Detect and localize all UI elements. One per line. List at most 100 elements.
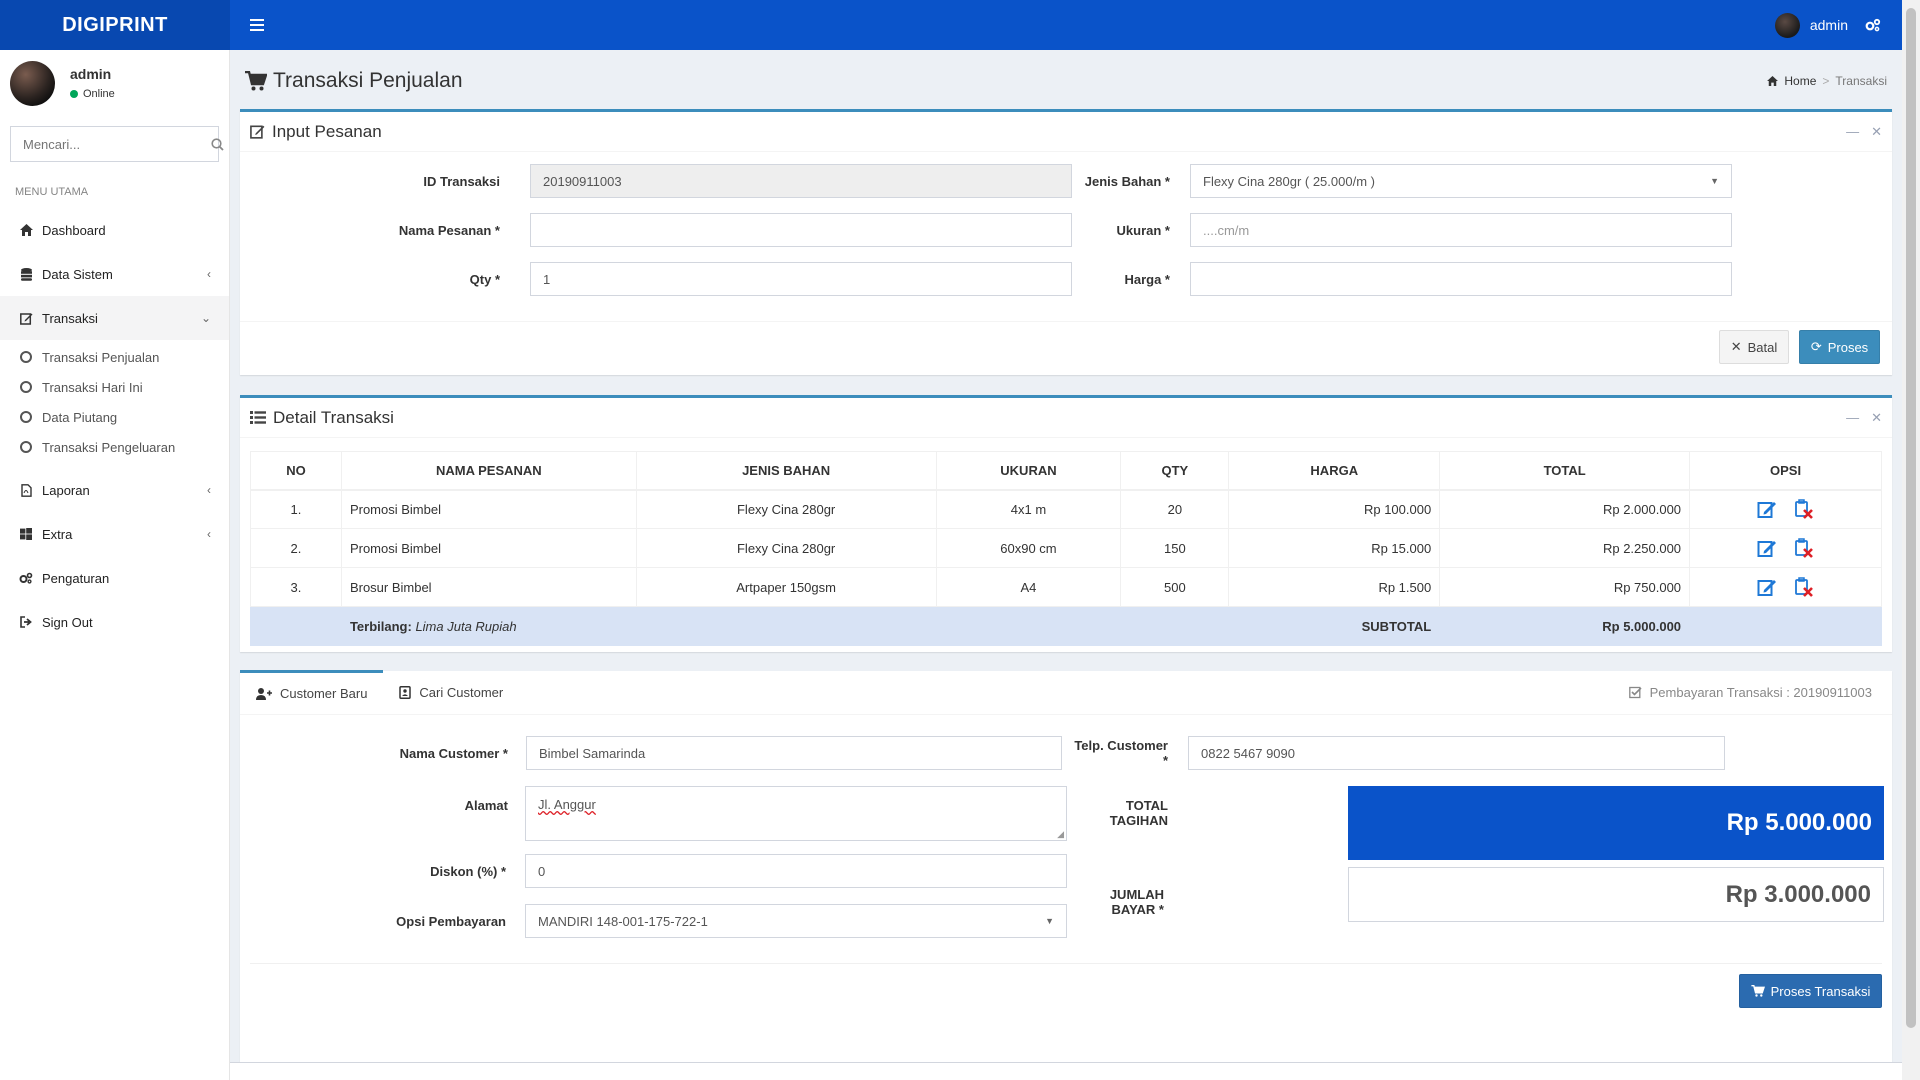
edit-row-icon[interactable] [1757, 577, 1777, 597]
app-logo[interactable]: DIGIPRINT [0, 0, 230, 50]
cell-opsi [1689, 567, 1882, 607]
sidebar-item-label: Dashboard [42, 222, 106, 238]
cell-no: 3. [250, 567, 342, 607]
alamat-value: Jl. Anggur [538, 797, 596, 812]
edit-icon [19, 312, 32, 325]
sidebar-item-data-sistem[interactable]: Data Sistem ‹ [0, 252, 229, 296]
tab-customer-baru[interactable]: Customer Baru [240, 670, 384, 714]
proses-transaksi-button[interactable]: Proses Transaksi [1739, 974, 1882, 1008]
ukuran-input[interactable]: ....cm/m [1190, 213, 1732, 247]
sidebar-subitem-transaksi-penjualan[interactable]: Transaksi Penjualan [0, 342, 229, 372]
search-input[interactable] [11, 136, 211, 152]
nama-pesanan-input[interactable] [530, 213, 1072, 247]
resize-handle-icon[interactable]: ◢ [1057, 829, 1064, 840]
nama-customer-label: Nama Customer * [399, 745, 508, 761]
table-header-row: NO NAMA PESANAN JENIS BAHAN UKURAN QTY H… [250, 451, 1882, 491]
breadcrumb: Home > Transaksi [1767, 74, 1887, 88]
jenis-bahan-select[interactable]: Flexy Cina 280gr ( 25.000/m ) ▼ [1190, 164, 1732, 198]
sidebar-subitem-data-piutang[interactable]: Data Piutang [0, 402, 229, 432]
column-header: UKURAN [935, 451, 1122, 491]
avatar [10, 60, 55, 106]
sidebar-item-transaksi[interactable]: Transaksi ⌄ [0, 296, 229, 340]
sidebar-item-sign-out[interactable]: Sign Out [0, 600, 229, 644]
footer [230, 1062, 1902, 1080]
proses-button[interactable]: ⟳ Proses [1799, 330, 1880, 364]
detail-table: NO NAMA PESANAN JENIS BAHAN UKURAN QTY H… [250, 451, 1882, 646]
edit-row-icon[interactable] [1757, 499, 1777, 519]
online-dot-icon [70, 90, 78, 98]
sidebar-subitem-transaksi-hari-ini[interactable]: Transaksi Hari Ini [0, 372, 229, 402]
harga-label: Harga * [1124, 271, 1170, 287]
chevron-left-icon: ‹ [207, 267, 211, 281]
circle-icon [20, 411, 32, 423]
close-icon[interactable]: ✕ [1871, 410, 1882, 426]
alamat-textarea[interactable]: Jl. Anggur ◢ [525, 786, 1067, 841]
cell-opsi [1689, 528, 1882, 568]
settings-button[interactable] [1862, 14, 1884, 36]
chevron-left-icon: ‹ [207, 527, 211, 541]
minimize-icon[interactable]: — [1846, 124, 1859, 140]
cell-no: 1. [250, 489, 342, 529]
total-tagihan-display: Rp 5.000.000 [1348, 786, 1884, 860]
pembayaran-box: Customer Baru Cari Customer Pembayaran T… [240, 670, 1892, 1076]
id-transaksi-input: 20190911003 [530, 164, 1072, 198]
address-book-icon [399, 685, 412, 699]
harga-input[interactable] [1190, 262, 1732, 296]
user-menu[interactable]: admin [1774, 12, 1848, 38]
delete-row-icon[interactable] [1793, 576, 1815, 598]
pembayaran-info: Pembayaran Transaksi : 20190911003 [1628, 670, 1892, 714]
tab-cari-customer[interactable]: Cari Customer [383, 670, 519, 714]
minimize-icon[interactable]: — [1846, 410, 1859, 426]
cell-total: Rp 2.250.000 [1439, 528, 1691, 568]
sidebar-item-pengaturan[interactable]: Pengaturan [0, 556, 229, 600]
delete-row-icon[interactable] [1793, 498, 1815, 520]
qty-label: Qty * [469, 271, 500, 287]
opsi-pembayaran-select[interactable]: MANDIRI 148-001-175-722-1 ▼ [525, 904, 1067, 938]
diskon-input[interactable]: 0 [525, 854, 1067, 888]
top-navbar: DIGIPRINT admin [0, 0, 1902, 50]
sidebar-item-label: Pengaturan [42, 570, 110, 586]
scrollbar-thumb[interactable] [1906, 8, 1916, 1028]
box-title: Input Pesanan [250, 122, 382, 142]
edit-row-icon[interactable] [1757, 538, 1777, 558]
search-button[interactable] [211, 137, 224, 151]
pembayaran-text: Pembayaran Transaksi : 20190911003 [1649, 684, 1872, 700]
qty-input[interactable]: 1 [530, 262, 1072, 296]
batal-button[interactable]: ✕ Batal [1719, 330, 1789, 364]
sidebar-item-dashboard[interactable]: Dashboard [0, 208, 229, 252]
opsi-pembayaran-label: Opsi Pembayaran [396, 913, 506, 929]
sidebar-toggle-button[interactable] [242, 10, 272, 40]
breadcrumb-home[interactable]: Home [1784, 74, 1816, 88]
telp-customer-input[interactable]: 0822 5467 9090 [1188, 736, 1725, 770]
cell-nama: Brosur Bimbel [340, 567, 637, 607]
user-panel: admin Online [0, 50, 229, 116]
subtotal-value: Rp 5.000.000 [1439, 606, 1691, 646]
jumlah-bayar-label: JUMLAH BAYAR * [1109, 887, 1164, 917]
jumlah-bayar-input[interactable]: Rp 3.000.000 [1348, 867, 1884, 922]
sidebar-item-laporan[interactable]: Laporan ‹ [0, 468, 229, 512]
cell-total: Rp 2.000.000 [1439, 489, 1691, 529]
file-pdf-icon [20, 483, 32, 497]
cell-nama: Promosi Bimbel [340, 489, 637, 529]
detail-transaksi-box: Detail Transaksi — ✕ NO NAMA PESANAN JEN… [240, 395, 1892, 652]
caret-down-icon: ▼ [1045, 916, 1054, 926]
list-icon [250, 411, 266, 424]
sidebar-item-extra[interactable]: Extra ‹ [0, 512, 229, 556]
terbilang-value: Lima Juta Rupiah [415, 618, 517, 634]
subtotal-row: Terbilang: Lima Juta Rupiah SUBTOTAL Rp … [250, 606, 1882, 646]
cell-harga: Rp 100.000 [1228, 489, 1441, 529]
main-content: Transaksi Penjualan Home > Transaksi Inp… [230, 50, 1902, 1080]
cell-total: Rp 750.000 [1439, 567, 1691, 607]
status-text: Online [83, 88, 115, 100]
circle-icon [20, 441, 32, 453]
search-icon [211, 137, 224, 151]
nama-customer-input[interactable]: Bimbel Samarinda [526, 736, 1062, 770]
delete-row-icon[interactable] [1793, 537, 1815, 559]
sidebar-subitem-transaksi-pengeluaran[interactable]: Transaksi Pengeluaran [0, 432, 229, 462]
cell-bahan: Artpaper 150gsm [635, 567, 937, 607]
batal-label: Batal [1747, 339, 1778, 355]
scrollbar[interactable] [1902, 0, 1920, 1080]
check-square-icon [1628, 686, 1642, 698]
cell-harga: Rp 1.500 [1228, 567, 1441, 607]
close-icon[interactable]: ✕ [1871, 124, 1882, 140]
